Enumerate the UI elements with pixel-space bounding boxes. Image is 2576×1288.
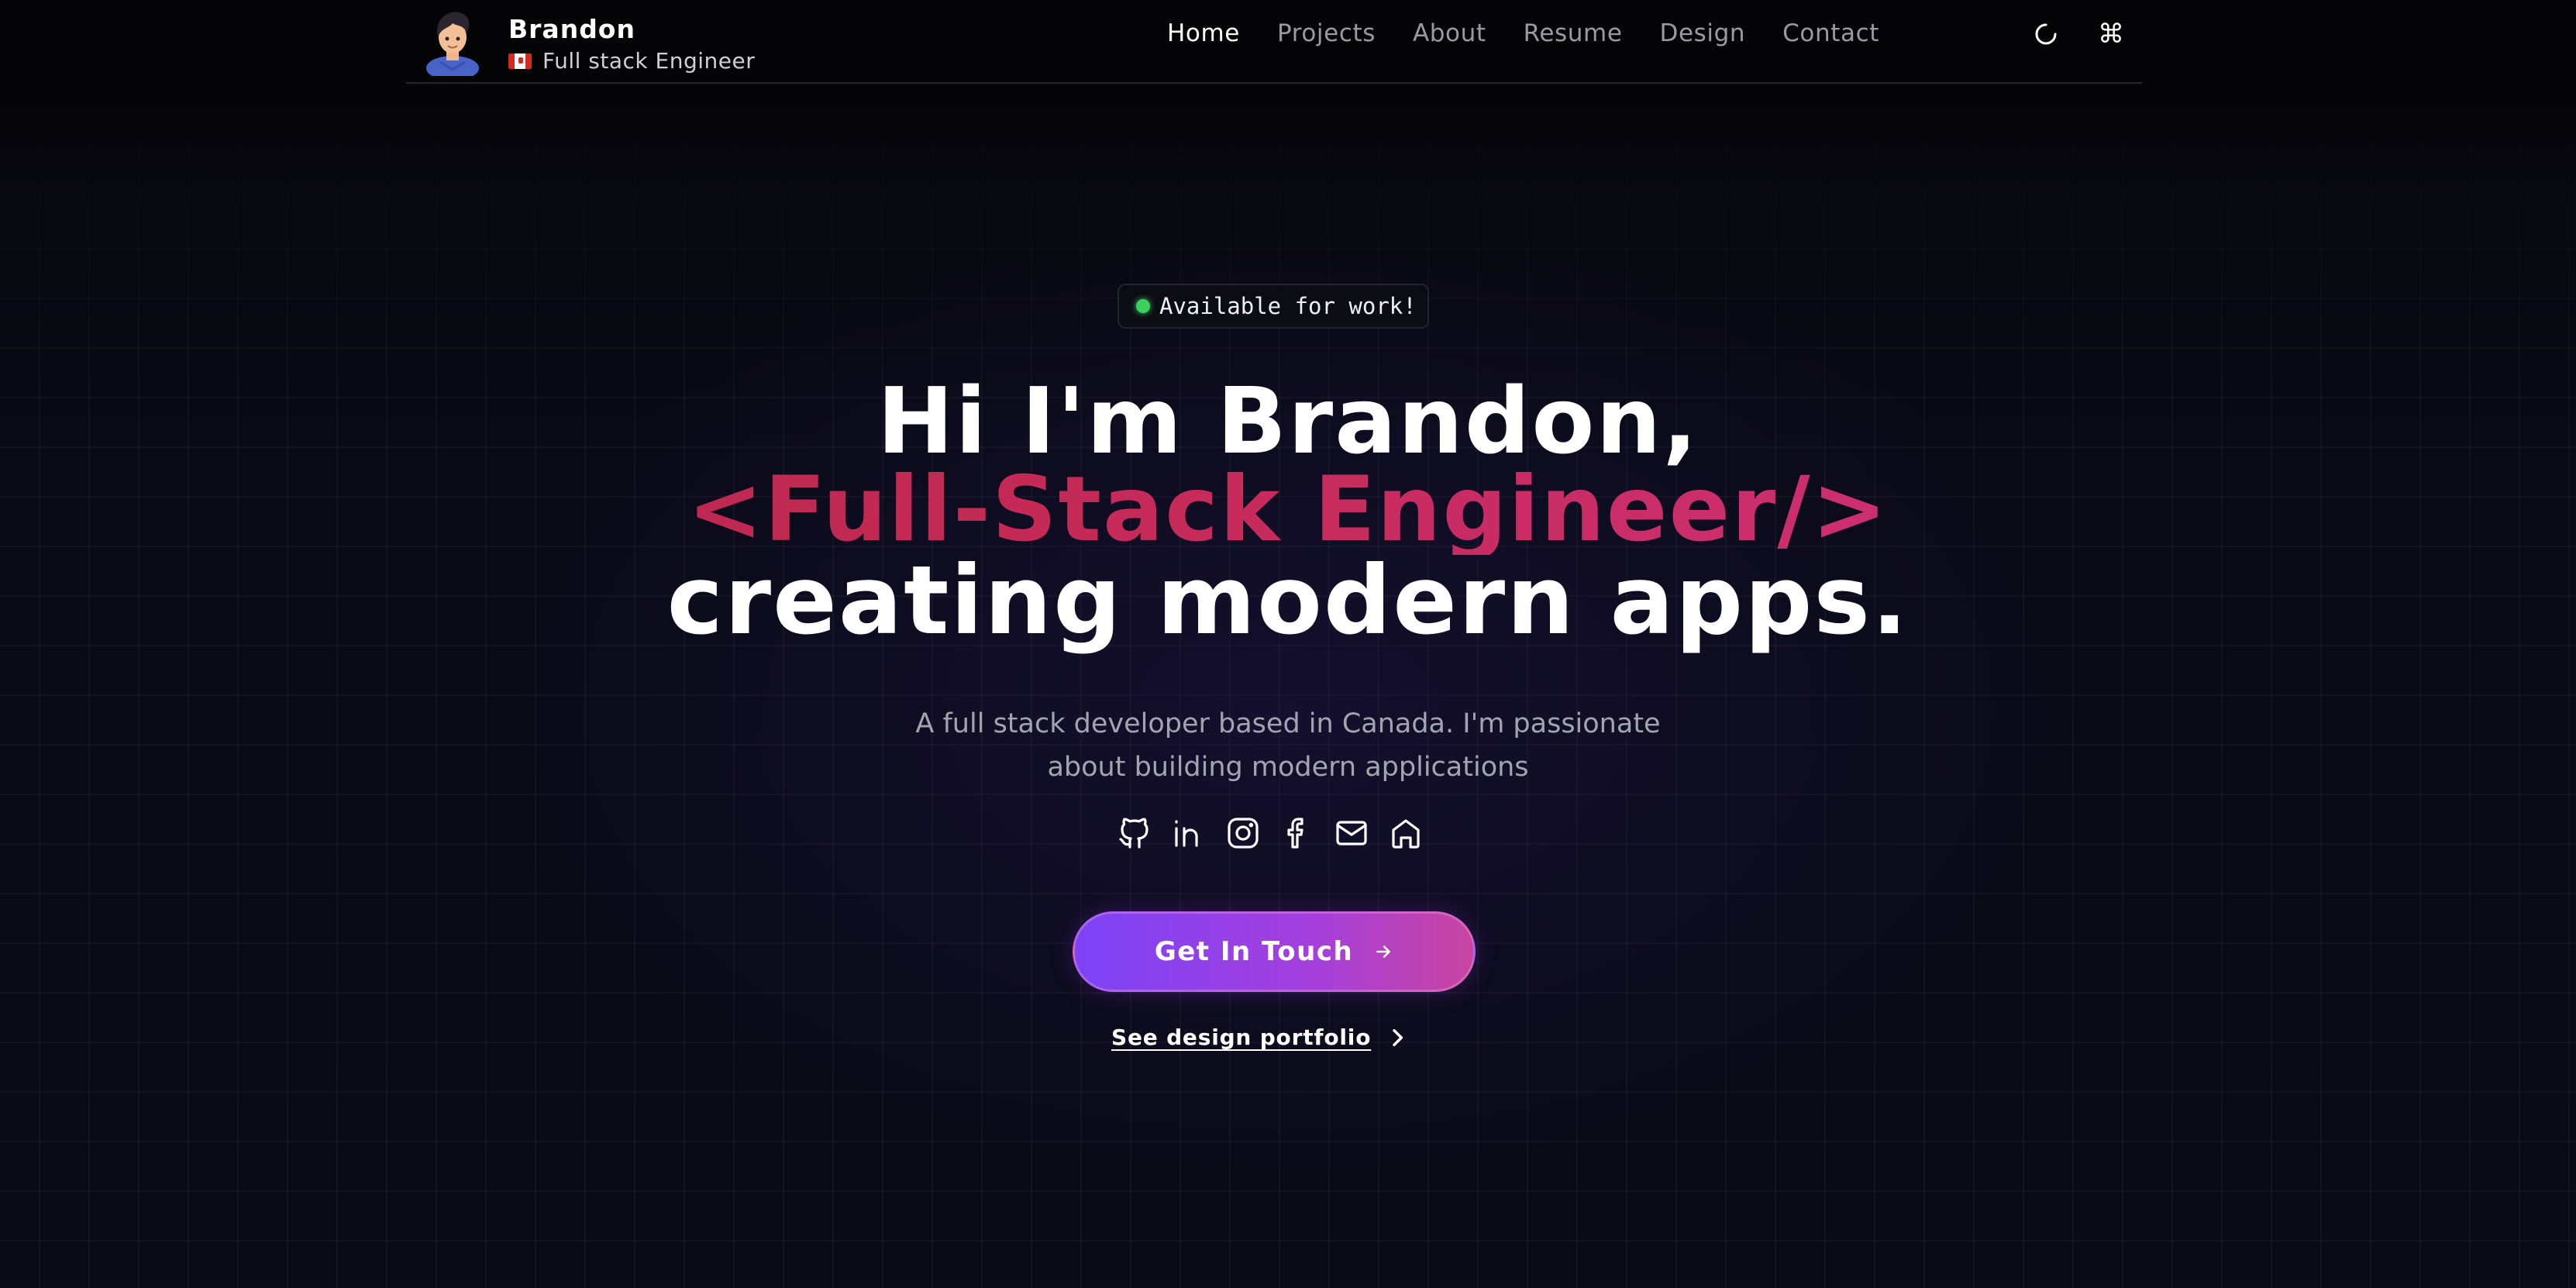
hero-description-line-1: A full stack developer based in Canada. … <box>915 708 1661 739</box>
github-icon <box>1119 818 1149 849</box>
nav-home[interactable]: Home <box>1167 15 1240 51</box>
instagram-icon <box>1228 818 1259 849</box>
status-text: Available for work! <box>1159 293 1417 319</box>
command-menu-button[interactable]: ⌘ <box>2096 19 2127 50</box>
hero-description-line-2: about building modern applications <box>1047 752 1529 783</box>
nav-projects[interactable]: Projects <box>1277 15 1376 51</box>
design-portfolio-link[interactable]: See design portfolio <box>1111 1025 1407 1050</box>
command-icon: ⌘ <box>2098 19 2124 50</box>
get-in-touch-label: Get In Touch <box>1154 936 1354 967</box>
hero-description: A full stack developer based in Canada. … <box>837 702 1739 789</box>
main-nav: Home Projects About Resume Design Contac… <box>1167 15 1917 51</box>
home-icon <box>1392 819 1420 849</box>
design-portfolio-label: See design portfolio <box>1111 1025 1372 1050</box>
github-link[interactable] <box>1116 812 1153 854</box>
home-link[interactable] <box>1387 812 1424 854</box>
brand-subtitle: Full stack Engineer <box>508 48 755 74</box>
nav-contact[interactable]: Contact <box>1782 15 1879 51</box>
facebook-icon <box>1287 818 1303 849</box>
brand-role: Full stack Engineer <box>542 48 756 74</box>
status-dot-icon <box>1136 299 1150 313</box>
site-header: Brandon Full stack Engineer Home Project… <box>406 0 2142 84</box>
loading-spinner-icon <box>2035 23 2057 45</box>
nav-design[interactable]: Design <box>1660 15 1746 51</box>
hero-title-line-1: Hi I'm Brandon, <box>876 367 1700 474</box>
mail-icon <box>1336 821 1367 845</box>
hero-title-line-2: <Full-Stack Engineer/> <box>0 465 2576 555</box>
canada-flag-icon <box>508 53 532 69</box>
theme-toggle-button[interactable] <box>2030 19 2061 50</box>
linkedin-icon <box>1175 820 1198 847</box>
brand-name: Brandon <box>508 14 635 44</box>
hero-title-line-3: creating modern apps. <box>666 546 1910 656</box>
nav-resume[interactable]: Resume <box>1524 15 1623 51</box>
social-links <box>1116 812 1424 854</box>
get-in-touch-button[interactable]: Get In Touch <box>1073 911 1476 992</box>
status-badge: Available for work! <box>1118 284 1429 329</box>
facebook-link[interactable] <box>1279 812 1316 854</box>
instagram-link[interactable] <box>1224 812 1262 854</box>
linkedin-link[interactable] <box>1170 812 1207 854</box>
chevron-right-icon <box>1393 1028 1403 1046</box>
avatar[interactable] <box>417 5 488 81</box>
arrow-right-icon <box>1376 945 1391 958</box>
email-link[interactable] <box>1333 812 1370 854</box>
nav-about[interactable]: About <box>1413 15 1486 51</box>
